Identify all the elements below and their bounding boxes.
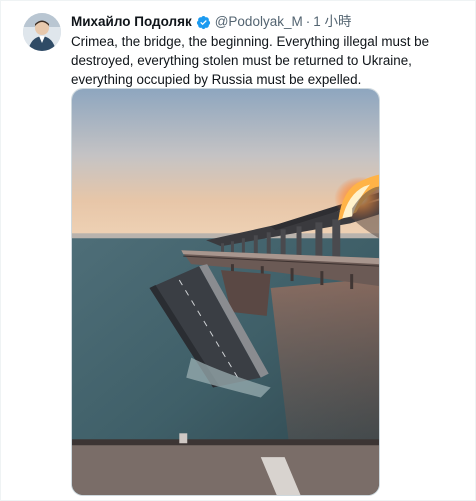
- tweet-header: Михайло Подоляк @Podolyak_M · 1 小時: [71, 14, 351, 30]
- bridge-photo: [72, 89, 379, 495]
- tweet-photo[interactable]: [71, 88, 380, 496]
- tweet-text: Crimea, the bridge, the beginning. Every…: [71, 34, 430, 87]
- avatar-photo: [23, 13, 61, 51]
- verified-badge-icon: [196, 15, 211, 30]
- tweet-card[interactable]: Михайло Подоляк @Podolyak_M · 1 小時 Crime…: [0, 0, 476, 501]
- author-handle[interactable]: @Podolyak_M: [215, 14, 303, 30]
- author-name[interactable]: Михайло Подоляк: [71, 14, 192, 30]
- tweet-timestamp[interactable]: 1 小時: [313, 14, 351, 30]
- author-avatar[interactable]: [23, 13, 61, 51]
- separator-dot: ·: [305, 14, 311, 29]
